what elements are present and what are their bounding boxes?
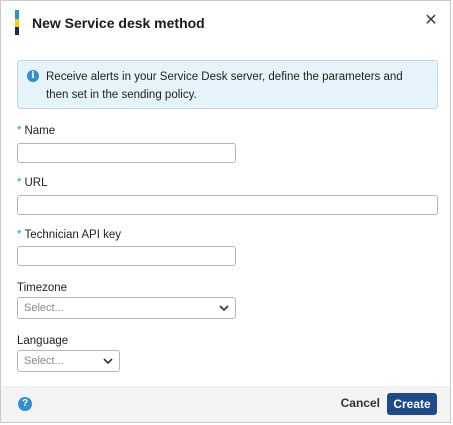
dialog-header: New Service desk method ✕ — [1, 1, 450, 45]
help-icon[interactable]: ? — [18, 397, 32, 411]
info-text: Receive alerts in your Service Desk serv… — [46, 71, 403, 101]
info-banner: i Receive alerts in your Service Desk se… — [17, 60, 438, 109]
language-label: Language — [17, 335, 69, 347]
name-input[interactable] — [17, 143, 236, 163]
header-accent-bar — [15, 10, 19, 35]
url-input[interactable] — [17, 195, 438, 215]
language-selected-value: Select... — [24, 355, 64, 367]
cancel-button[interactable]: Cancel — [341, 396, 380, 410]
timezone-selected-value: Select... — [24, 302, 64, 314]
chevron-down-icon — [103, 358, 113, 365]
name-label-text: Name — [24, 125, 56, 137]
api-key-label-text: Technician API key — [24, 229, 122, 241]
chevron-down-icon — [219, 305, 229, 312]
timezone-label: Timezone — [17, 282, 68, 294]
accent-segment-bottom — [15, 27, 19, 35]
api-key-label: * Technician API key — [17, 228, 121, 242]
required-marker: * — [17, 229, 22, 241]
dialog-footer: ? Cancel Create — [1, 386, 450, 422]
close-icon[interactable]: ✕ — [422, 12, 440, 30]
url-label: * URL — [17, 176, 48, 190]
accent-segment-top — [15, 10, 19, 19]
create-button[interactable]: Create — [387, 393, 437, 415]
api-key-input[interactable] — [17, 246, 236, 266]
required-marker: * — [17, 125, 22, 137]
name-label: * Name — [17, 124, 55, 138]
timezone-select[interactable]: Select... — [17, 297, 236, 319]
url-label-text: URL — [24, 177, 48, 189]
new-service-desk-dialog: New Service desk method ✕ i Receive aler… — [0, 0, 451, 423]
info-icon: i — [27, 70, 39, 82]
required-marker: * — [17, 177, 22, 189]
accent-segment-mid — [15, 19, 19, 27]
language-select[interactable]: Select... — [17, 350, 120, 372]
dialog-title: New Service desk method — [32, 15, 205, 31]
